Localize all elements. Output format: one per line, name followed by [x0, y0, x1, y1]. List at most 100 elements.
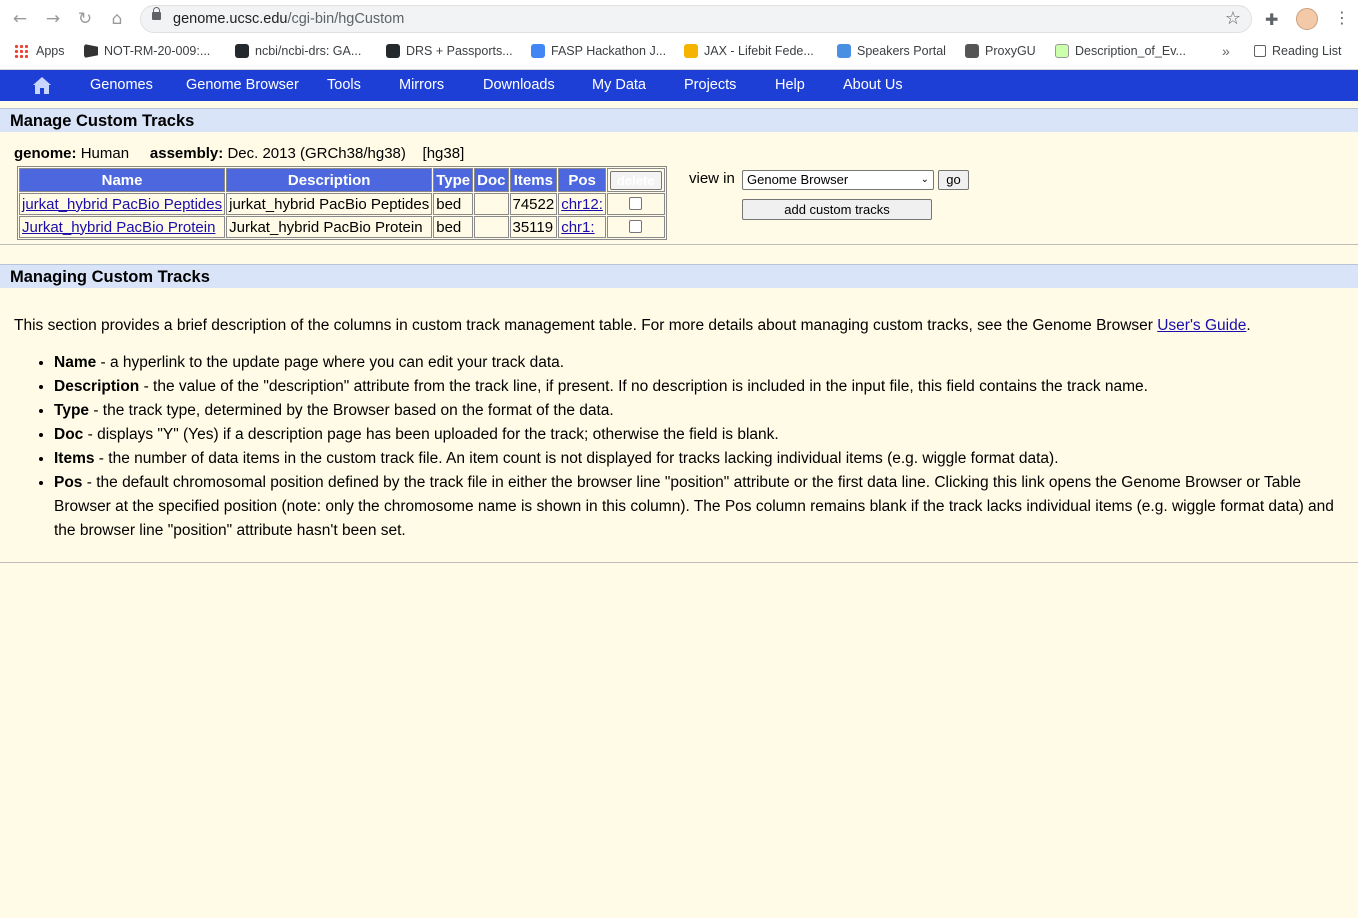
add-custom-tracks-button[interactable]: add custom tracks	[742, 199, 932, 220]
bookmarks-bar: Apps NOT-RM-20-009:... ncbi/ncbi-drs: GA…	[0, 40, 1358, 62]
assembly-label: assembly:	[149, 145, 224, 162]
delete-button[interactable]: delete	[609, 170, 662, 190]
globe-icon	[965, 44, 979, 58]
back-arrow-icon[interactable]: ←	[9, 8, 31, 30]
reading-list-label: Reading List	[1272, 44, 1342, 58]
view-in-selected: Genome Browser	[747, 172, 849, 187]
def-term: Pos	[54, 474, 83, 491]
address-bar[interactable]: genome.ucsc.edu/cgi-bin/hgCustom ☆	[140, 5, 1252, 33]
section-header-manage: Manage Custom Tracks	[0, 108, 1358, 132]
bookmark-label: ncbi/ncbi-drs: GA...	[255, 44, 362, 58]
track-doc	[474, 216, 509, 238]
def-term: Type	[54, 402, 90, 419]
url-text[interactable]: genome.ucsc.edu/cgi-bin/hgCustom	[173, 11, 404, 27]
genome-value: Human	[80, 145, 130, 162]
browser-chrome: ← → ↻ ⌂ genome.ucsc.edu/cgi-bin/hgCustom…	[0, 0, 1358, 70]
nav-tools[interactable]: Tools	[327, 70, 361, 101]
more-bookmarks-icon[interactable]: »	[1222, 40, 1230, 62]
slides-icon	[684, 44, 698, 58]
bookmark-not-rm[interactable]: NOT-RM-20-009:...	[84, 40, 210, 62]
users-guide-link[interactable]: User's Guide	[1157, 317, 1246, 334]
chevron-down-icon: ⌄	[920, 174, 929, 185]
col-type: Type	[433, 168, 474, 192]
ucsc-nav-bar: Genomes Genome Browser Tools Mirrors Dow…	[0, 70, 1358, 101]
bookmark-drs-passports[interactable]: DRS + Passports...	[386, 40, 513, 62]
bookmark-label: Speakers Portal	[857, 44, 946, 58]
bookmark-fasp[interactable]: FASP Hackathon J...	[531, 40, 666, 62]
nav-genome-browser[interactable]: Genome Browser	[186, 70, 299, 101]
home-icon[interactable]	[32, 76, 52, 95]
track-pos-link[interactable]: chr12:	[561, 196, 603, 213]
bookmark-label: JAX - Lifebit Fede...	[704, 44, 814, 58]
track-type: bed	[433, 193, 474, 215]
profile-avatar[interactable]	[1296, 8, 1318, 30]
def-text: - a hyperlink to the update page where y…	[96, 354, 565, 371]
bookmark-label: Description_of_Ev...	[1075, 44, 1186, 58]
forward-arrow-icon[interactable]: →	[42, 8, 64, 30]
view-in-select[interactable]: Genome Browser ⌄	[742, 170, 934, 190]
track-items: 35119	[509, 216, 558, 238]
list-item: Type - the track type, determined by the…	[54, 399, 1354, 423]
divider	[0, 562, 1358, 563]
col-pos: Pos	[558, 168, 606, 192]
track-name-link[interactable]: jurkat_hybrid PacBio Peptides	[22, 196, 222, 213]
track-name-link[interactable]: Jurkat_hybrid PacBio Protein	[22, 219, 215, 236]
bookmark-description[interactable]: Description_of_Ev...	[1055, 40, 1186, 62]
delete-checkbox[interactable]	[629, 219, 643, 233]
github-icon	[235, 44, 249, 58]
extensions-puzzle-icon[interactable]: ✚	[1265, 10, 1283, 29]
github-icon	[386, 44, 400, 58]
lock-icon	[152, 7, 161, 20]
list-item: Description - the value of the "descript…	[54, 375, 1354, 399]
reload-icon[interactable]: ↻	[74, 8, 96, 30]
url-host: genome.ucsc.edu	[173, 11, 288, 27]
url-path: /cgi-bin/hgCustom	[287, 11, 405, 27]
bookmark-label: FASP Hackathon J...	[551, 44, 667, 58]
col-description: Description	[226, 168, 433, 192]
bookmark-label: NOT-RM-20-009:...	[104, 44, 211, 58]
db-name: [hg38]	[422, 145, 465, 162]
track-items: 74522	[509, 193, 558, 215]
bookmark-star-icon[interactable]: ☆	[1225, 8, 1241, 29]
def-text: - the number of data items in the custom…	[94, 450, 1059, 467]
delete-checkbox[interactable]	[629, 196, 643, 210]
def-text: - displays "Y" (Yes) if a description pa…	[83, 426, 779, 443]
reading-list[interactable]: Reading List	[1254, 40, 1342, 62]
nav-mirrors[interactable]: Mirrors	[399, 70, 444, 101]
def-term: Items	[54, 450, 95, 467]
col-items: Items	[509, 168, 558, 192]
bookmark-label: DRS + Passports...	[406, 44, 513, 58]
bookmark-apps[interactable]: Apps	[14, 40, 65, 62]
table-header-row: Name Description Type Doc Items Pos dele…	[19, 168, 665, 192]
list-item: Pos - the default chromosomal position d…	[54, 471, 1354, 543]
assembly-value: Dec. 2013 (GRCh38/hg38)	[227, 145, 406, 162]
bookmark-jax[interactable]: JAX - Lifebit Fede...	[684, 40, 814, 62]
bookmark-label: Apps	[36, 44, 65, 58]
bookmark-label: ProxyGU	[985, 44, 1036, 58]
bookmark-speakers[interactable]: Speakers Portal	[837, 40, 946, 62]
nav-about-us[interactable]: About Us	[843, 70, 903, 101]
apps-grid-icon	[14, 44, 28, 58]
reading-list-icon	[1254, 45, 1266, 57]
list-item: Name - a hyperlink to the update page wh…	[54, 351, 1354, 375]
nav-genomes[interactable]: Genomes	[90, 70, 153, 101]
list-item: Doc - displays "Y" (Yes) if a descriptio…	[54, 423, 1354, 447]
track-type: bed	[433, 216, 474, 238]
nav-my-data[interactable]: My Data	[592, 70, 646, 101]
nav-downloads[interactable]: Downloads	[483, 70, 555, 101]
bookmark-ncbi-drs[interactable]: ncbi/ncbi-drs: GA...	[235, 40, 361, 62]
intro-end: .	[1246, 317, 1251, 334]
go-button[interactable]: go	[938, 170, 969, 190]
col-delete: delete	[606, 168, 665, 192]
nav-projects[interactable]: Projects	[684, 70, 736, 101]
nav-help[interactable]: Help	[775, 70, 805, 101]
menu-kebab-icon[interactable]: ⋮	[1334, 8, 1350, 27]
def-text: - the value of the "description" attribu…	[139, 378, 1148, 395]
help-intro: This section provides a brief descriptio…	[14, 317, 1334, 335]
home-icon[interactable]: ⌂	[106, 8, 128, 30]
track-pos-link[interactable]: chr1:	[561, 219, 594, 236]
bookmark-proxygu[interactable]: ProxyGU	[965, 40, 1036, 62]
def-term: Description	[54, 378, 140, 395]
nih-icon	[84, 44, 98, 58]
def-text: - the default chromosomal position defin…	[54, 474, 1334, 539]
